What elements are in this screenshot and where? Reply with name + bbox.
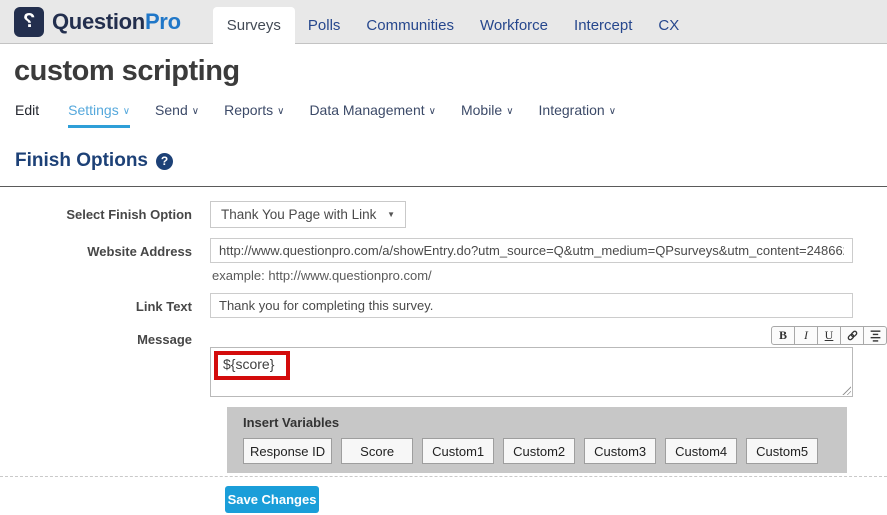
chevron-down-icon: ∨ — [277, 106, 284, 117]
italic-button[interactable]: I — [794, 326, 818, 345]
link-text-row: Link Text — [0, 293, 887, 318]
select-caret-icon: ▼ — [387, 210, 395, 219]
survey-menu-item[interactable]: Settings∨ — [68, 102, 130, 128]
primary-tab[interactable]: Surveys — [213, 7, 295, 44]
questionpro-app: ? QuestionPro Surveys Polls Communities … — [0, 0, 887, 515]
primary-tab[interactable]: Polls — [295, 7, 354, 43]
survey-menu-item[interactable]: Reports∨ — [224, 102, 284, 128]
website-address-label: Website Address — [0, 238, 210, 283]
textarea-resize-handle[interactable] — [841, 385, 851, 395]
bold-button[interactable]: B — [771, 326, 795, 345]
finish-option-selected-value: Thank You Page with Link — [221, 207, 376, 222]
insert-variable-button[interactable]: Custom4 — [665, 438, 737, 464]
formatting-toolbar: B I U — [210, 326, 887, 345]
page-title: custom scripting — [14, 54, 887, 88]
link-button[interactable] — [840, 326, 864, 345]
website-address-row: Website Address example: http://www.ques… — [0, 238, 887, 283]
section-divider — [0, 186, 887, 187]
questionpro-logo-icon: ? — [14, 7, 44, 37]
insert-variable-button[interactable]: Custom1 — [422, 438, 494, 464]
website-address-input[interactable] — [210, 238, 853, 263]
chevron-down-icon: ∨ — [429, 106, 436, 117]
message-row: Message B I U — [0, 326, 887, 397]
survey-menu: Edit Settings∨ Send∨ Reports∨ Data Manag… — [15, 102, 887, 128]
insert-variable-button[interactable]: Custom3 — [584, 438, 656, 464]
section-title: Finish Options — [15, 150, 148, 172]
insert-variable-button[interactable]: Custom5 — [746, 438, 818, 464]
insert-variable-button[interactable]: Response ID — [243, 438, 332, 464]
questionpro-logo[interactable]: ? QuestionPro — [14, 0, 181, 43]
chevron-down-icon: ∨ — [609, 106, 616, 117]
survey-menu-item[interactable]: Send∨ — [155, 102, 199, 128]
survey-menu-item[interactable]: Data Management∨ — [309, 102, 436, 128]
insert-variable-button[interactable]: Custom2 — [503, 438, 575, 464]
primary-tabs: Surveys Polls Communities Workforce Inte… — [213, 0, 693, 43]
primary-tab[interactable]: Workforce — [467, 7, 561, 43]
finish-option-label: Select Finish Option — [0, 201, 210, 228]
link-icon — [846, 329, 859, 342]
save-changes-button[interactable]: Save Changes — [225, 486, 319, 513]
help-icon[interactable]: ? — [156, 153, 173, 170]
finish-option-row: Select Finish Option Thank You Page with… — [0, 201, 887, 228]
insert-variables-panel: Insert Variables Response ID Score Custo… — [227, 407, 847, 473]
link-text-input[interactable] — [210, 293, 853, 318]
underline-button[interactable]: U — [817, 326, 841, 345]
insert-variable-button[interactable]: Score — [341, 438, 413, 464]
message-text: ${score} — [223, 356, 274, 372]
align-button[interactable] — [863, 326, 887, 345]
finish-options-form: Select Finish Option Thank You Page with… — [0, 201, 887, 397]
insert-variables-buttons: Response ID Score Custom1 Custom2 Custom… — [243, 438, 831, 464]
website-address-hint: example: http://www.questionpro.com/ — [210, 268, 887, 283]
survey-menu-item[interactable]: Integration∨ — [539, 102, 617, 128]
primary-tab[interactable]: CX — [645, 7, 692, 43]
primary-tab[interactable]: Communities — [353, 7, 467, 43]
message-textarea[interactable]: ${score} — [210, 347, 853, 397]
finish-option-select[interactable]: Thank You Page with Link ▼ — [210, 201, 406, 228]
dashed-divider — [0, 476, 887, 477]
align-center-icon — [869, 329, 882, 342]
questionpro-logo-text: QuestionPro — [52, 9, 181, 35]
survey-menu-item[interactable]: Mobile∨ — [461, 102, 514, 128]
chevron-down-icon: ∨ — [192, 106, 199, 117]
survey-menu-item[interactable]: Edit — [15, 102, 43, 128]
top-navigation-bar: ? QuestionPro Surveys Polls Communities … — [0, 0, 887, 44]
primary-tab[interactable]: Intercept — [561, 7, 645, 43]
section-header: Finish Options ? — [15, 150, 887, 172]
chevron-down-icon: ∨ — [123, 106, 130, 117]
insert-variables-title: Insert Variables — [243, 415, 831, 430]
link-text-label: Link Text — [0, 293, 210, 318]
message-label: Message — [0, 326, 210, 397]
chevron-down-icon: ∨ — [506, 106, 513, 117]
